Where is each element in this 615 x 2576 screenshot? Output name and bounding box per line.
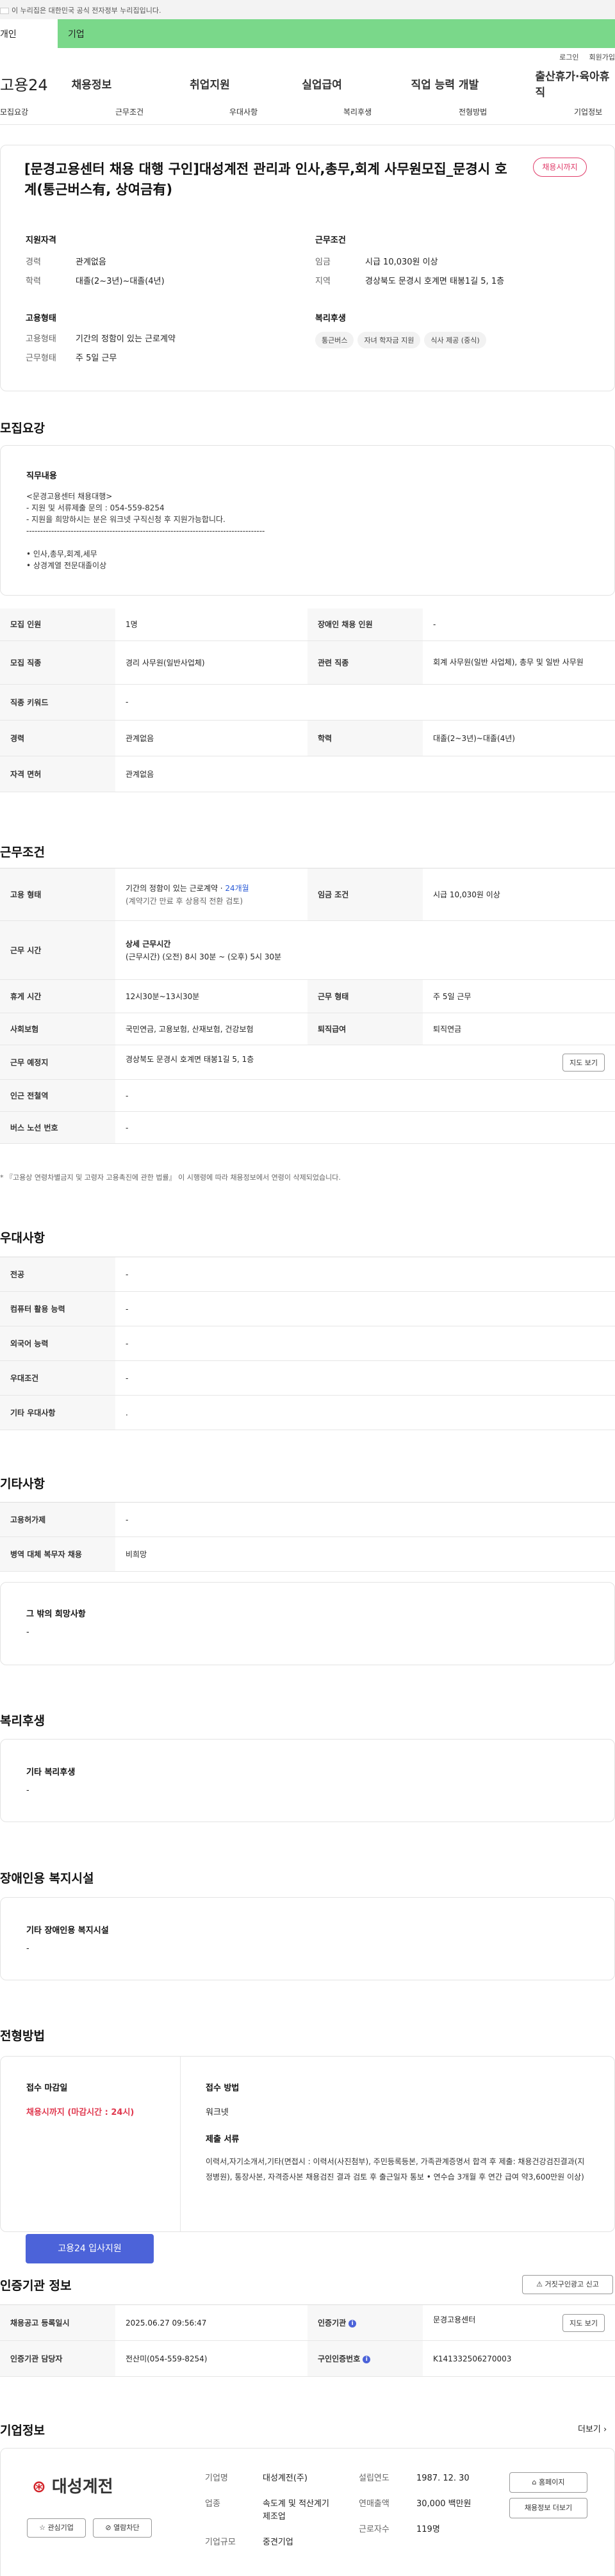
duty-text: <문경고용센터 채용대행> - 지원 및 서류제출 문의 : 054-559-82… [26, 492, 265, 570]
etc-heading: 기타사항 [0, 1477, 45, 1491]
block-button[interactable]: ⊘ 열람차단 [93, 2518, 152, 2538]
tab-company[interactable]: 기업 [58, 19, 85, 48]
edu-row: 학력 대졸(2~3년)~대졸(4년) [26, 277, 165, 286]
location-row: 지역 경상북도 문경시 호계면 태봉1길 5, 1층 [315, 277, 505, 286]
report-icon: ⚠ [536, 2280, 543, 2288]
map-button[interactable]: 지도 보기 [562, 1053, 605, 1072]
apply-button[interactable]: 고용24 입사지원 [26, 2234, 154, 2263]
recruit-heading: 모집요강 [0, 421, 45, 436]
welfare-section-heading: 복리후생 [0, 1714, 45, 1728]
nav-leave[interactable]: 출산휴가·육아휴직 [536, 67, 615, 99]
welfare-chips: 통근버스 자녀 학자금 지원 식사 제공 (중식) [315, 332, 490, 348]
work-form-row: 근무형태 주 5일 근무 [26, 354, 117, 363]
snb-welfare[interactable]: 복리후생 [343, 106, 459, 117]
tab-personal[interactable]: 개인 [0, 19, 58, 48]
nav-support[interactable]: 취업지원 [190, 76, 302, 92]
company-heading: 기업정보 [0, 2424, 45, 2438]
gov-banner: 이 누리집은 대한민국 공식 전자정부 누리집입니다. [0, 0, 615, 19]
info-icon[interactable]: i [363, 2355, 371, 2363]
deadline-badge: 채용시까지 [533, 158, 587, 177]
cond-heading: 근무조건 [315, 236, 346, 245]
work-table: 고용 형태 기간의 정함이 있는 근로계약 · 24개월 (계약기간 만료 후 상용… [0, 868, 615, 1144]
block-icon: ⊘ [105, 2523, 111, 2532]
util-bar: 로그인 회원가입 [0, 48, 615, 67]
pref-heading: 우대사항 [0, 1231, 45, 1245]
nav-benefit[interactable]: 실업급여 [302, 76, 411, 92]
chip: 통근버스 [315, 332, 354, 348]
etc-table: 고용허가제 - 병역 대체 복무자 채용 비희망 [0, 1502, 615, 1572]
work-heading: 근무조건 [0, 845, 45, 860]
snb-work[interactable]: 근무조건 [115, 106, 229, 117]
site-logo[interactable]: 고용24 [0, 72, 72, 95]
selection-heading: 전형방법 [0, 2029, 45, 2043]
agency-heading: 인증기관 정보 [0, 2279, 72, 2293]
disab-box: 기타 장애인용 복지시설 - [0, 1897, 615, 1980]
main-nav: 고용24 채용정보 취업지원 실업급여 직업 능력 개발 출산휴가·육아휴직 [0, 67, 615, 99]
selection-box: 접수 마감일 채용시까지 (마감시간 : 24시) 접수 방법 워크넷 제출 서… [0, 2056, 615, 2232]
home-icon: ⌂ [532, 2478, 537, 2486]
nav-training[interactable]: 직업 능력 개발 [411, 76, 536, 92]
wage-row: 임금 시급 10,030원 이상 [315, 257, 438, 267]
snb-recruit[interactable]: 모집요강 [0, 106, 115, 117]
career-row: 경력 관계없음 [26, 257, 106, 267]
star-icon: ☆ [39, 2523, 45, 2532]
form-heading: 고용형태 [26, 314, 56, 323]
top-tabs: 개인 기업 [0, 19, 615, 48]
snb-company[interactable]: 기업정보 [574, 106, 602, 117]
more-jobs-button[interactable]: 채용정보 더보기 [509, 2498, 587, 2518]
info-icon[interactable]: i [348, 2319, 357, 2327]
korea-flag-icon [0, 8, 9, 14]
other-wish-box: 그 밖의 희망사항 - [0, 1582, 615, 1665]
fav-button[interactable]: ☆ 관심기업 [27, 2518, 86, 2538]
section-nav: 모집요강 근무조건 우대사항 복리후생 전형방법 기업정보 [0, 99, 615, 125]
join-link[interactable]: 회원가입 [589, 52, 615, 67]
report-button[interactable]: ⚠ 거짓구인광고 신고 [522, 2275, 613, 2294]
agency-table: 채용공고 등록일시 2025.06.27 09:56:47 인증기관 i 문경고용센터 지… [0, 2304, 615, 2377]
duty-card: 직무내용 <문경고용센터 채용대행> - 지원 및 서류제출 문의 : 054-5… [0, 445, 615, 596]
qual-heading: 지원자격 [26, 236, 56, 245]
snb-pref[interactable]: 우대사항 [229, 106, 343, 117]
company-logo-icon: ⊛ [32, 2477, 46, 2497]
recruit-table: 모집 인원 1명 장애인 채용 인원 - 모집 직종 경리 사무원(일반사업체) 관련 직… [0, 608, 615, 792]
disab-heading: 장애인용 복지시설 [0, 1871, 94, 1886]
chip: 식사 제공 (중식) [424, 332, 486, 348]
homepage-button[interactable]: ⌂ 홈페이지 [509, 2472, 587, 2493]
nav-jobs[interactable]: 채용정보 [72, 76, 190, 92]
chevron-right-icon: › [603, 2425, 607, 2434]
agency-map-button[interactable]: 지도 보기 [562, 2313, 605, 2332]
snb-selection[interactable]: 전형방법 [459, 106, 574, 117]
more-link[interactable]: 더보기 › [578, 2422, 607, 2434]
job-title: [문경고용센터 채용 대행 구인]대성계전 관리과 인사,총무,회계 사무원모집… [24, 161, 507, 197]
emp-type-row: 고용형태 기간의 정함이 있는 근로계약 [26, 334, 176, 344]
welfare-heading: 복리후생 [315, 314, 346, 323]
welfare-box: 기타 복리후생 - [0, 1739, 615, 1822]
company-logo: ⊛ 대성계전 [32, 2477, 113, 2497]
login-link[interactable]: 로그인 [559, 52, 578, 67]
age-note: * 『고용상 연령차별금지 및 고령자 고용촉진에 관한 법률』 이 시행령에 … [0, 1173, 341, 1182]
chip: 자녀 학자금 지원 [357, 332, 421, 348]
duty-heading: 직무내용 [26, 471, 57, 481]
pref-table: 전공 - 컴퓨터 활용 능력 - 외국어 능력 - 우대조건 - 기타 우대사항. [0, 1257, 615, 1430]
